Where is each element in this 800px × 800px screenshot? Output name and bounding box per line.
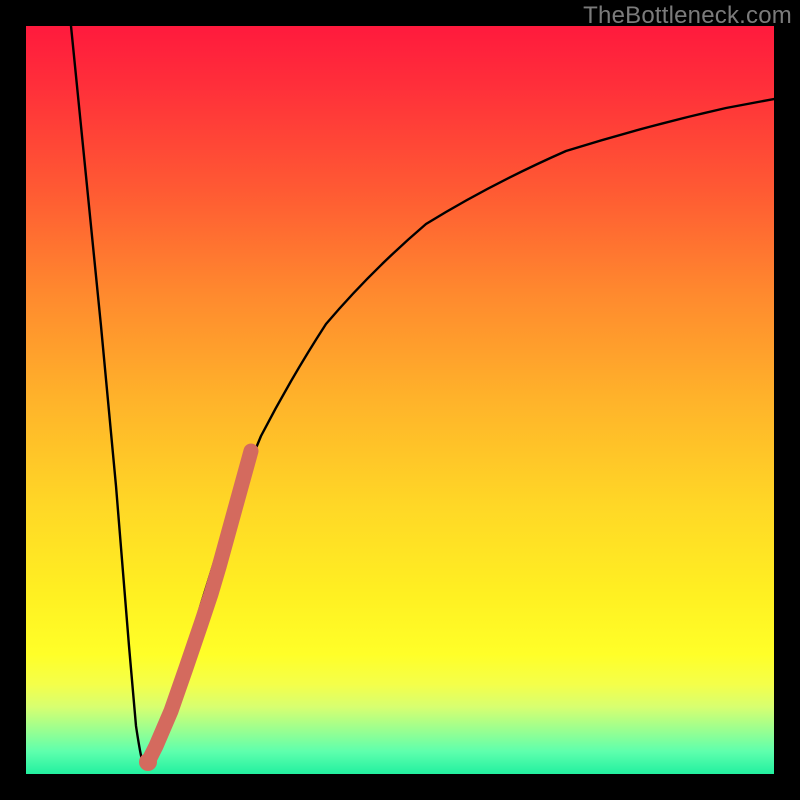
bottleneck-curve — [71, 26, 774, 764]
highlight-end-dot — [139, 753, 157, 771]
plot-area — [26, 26, 774, 774]
highlight-segment — [148, 451, 251, 762]
attribution-text: TheBottleneck.com — [583, 2, 792, 30]
curve-layer — [26, 26, 774, 774]
chart-frame: TheBottleneck.com — [0, 0, 800, 800]
